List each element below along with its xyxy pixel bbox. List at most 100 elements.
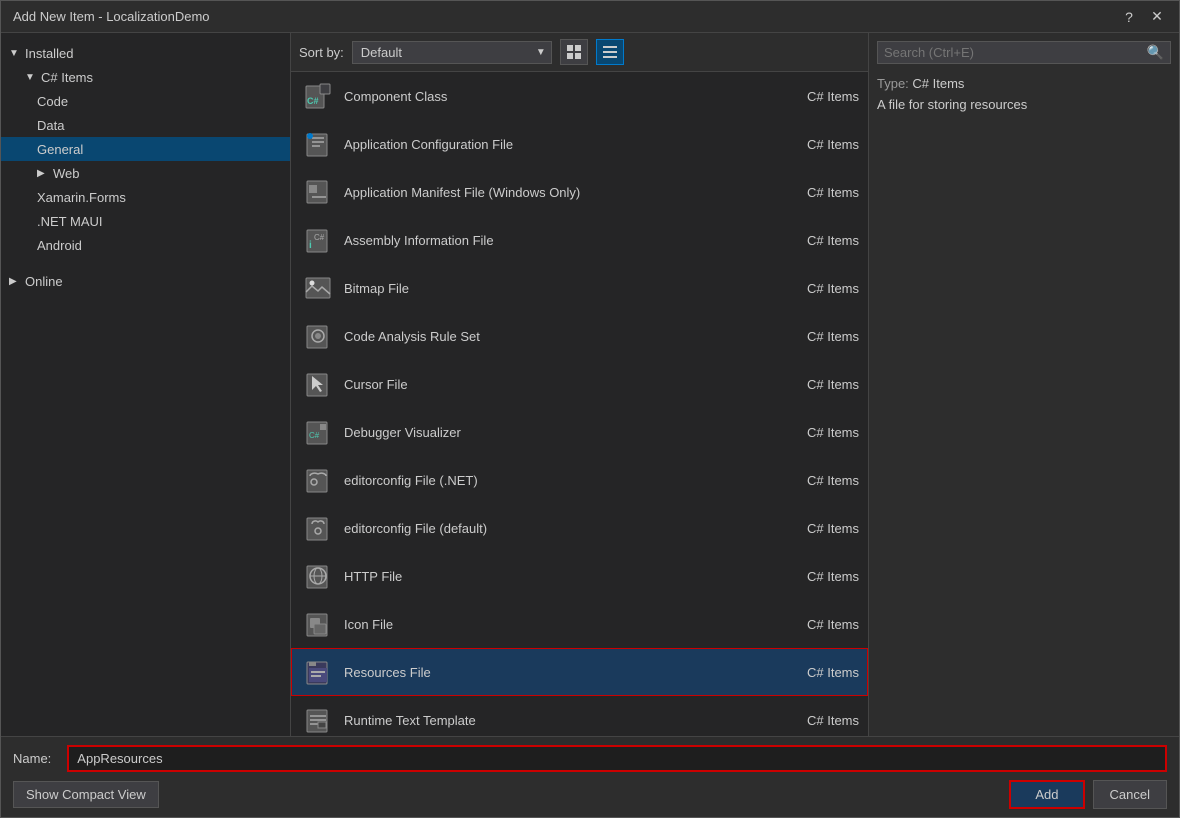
maui-label: .NET MAUI (37, 214, 103, 229)
cancel-button[interactable]: Cancel (1093, 780, 1167, 809)
title-bar-controls: ? ✕ (1119, 7, 1167, 27)
list-item[interactable]: HTTP File C# Items (291, 552, 868, 600)
center-panel: Sort by: Default Name Type ▼ (291, 33, 869, 736)
list-item[interactable]: Icon File C# Items (291, 600, 868, 648)
item-name: Icon File (344, 617, 779, 632)
item-category: C# Items (779, 89, 859, 104)
item-name: Application Manifest File (Windows Only) (344, 185, 779, 200)
web-toggle: ▶ (37, 168, 49, 179)
show-compact-button[interactable]: Show Compact View (13, 781, 159, 808)
item-category: C# Items (779, 185, 859, 200)
search-input[interactable] (884, 45, 1147, 60)
sidebar-item-general[interactable]: General (1, 137, 290, 161)
add-button[interactable]: Add (1009, 780, 1084, 809)
code-label: Code (37, 94, 68, 109)
item-category: C# Items (779, 665, 859, 680)
item-name: editorconfig File (default) (344, 521, 779, 536)
list-item[interactable]: i C# Assembly Information File C# Items (291, 216, 868, 264)
info-type: Type: C# Items (877, 76, 1171, 91)
web-label: Web (53, 166, 80, 181)
list-item[interactable]: C# Component Class C# Items (291, 72, 868, 120)
item-category: C# Items (779, 521, 859, 536)
list-item[interactable]: Application Manifest File (Windows Only)… (291, 168, 868, 216)
item-list[interactable]: C# Component Class C# Items (291, 72, 868, 736)
item-name: Assembly Information File (344, 233, 779, 248)
info-type-value: C# Items (912, 76, 964, 91)
toolbar: Sort by: Default Name Type ▼ (291, 33, 868, 72)
grid-view-button[interactable] (560, 39, 588, 65)
bottom-area: Name: Show Compact View Add Cancel (1, 736, 1179, 817)
sidebar-item-android[interactable]: Android (1, 233, 290, 257)
data-label: Data (37, 118, 64, 133)
item-icon (300, 318, 336, 354)
dialog: Add New Item - LocalizationDemo ? ✕ ▼ In… (0, 0, 1180, 818)
action-buttons: Add Cancel (1009, 780, 1167, 809)
title-bar: Add New Item - LocalizationDemo ? ✕ (1, 1, 1179, 33)
list-item[interactable]: Cursor File C# Items (291, 360, 868, 408)
name-input[interactable] (67, 745, 1167, 772)
sidebar-item-maui[interactable]: .NET MAUI (1, 209, 290, 233)
item-name: Debugger Visualizer (344, 425, 779, 440)
online-toggle: ▶ (9, 276, 21, 287)
item-category: C# Items (779, 569, 859, 584)
info-type-label: Type: (877, 76, 909, 91)
android-label: Android (37, 238, 82, 253)
buttons-row: Show Compact View Add Cancel (13, 780, 1167, 809)
item-icon (300, 654, 336, 690)
svg-text:i: i (309, 240, 312, 251)
sidebar-item-code[interactable]: Code (1, 89, 290, 113)
item-category: C# Items (779, 473, 859, 488)
list-item[interactable]: Application Configuration File C# Items (291, 120, 868, 168)
item-name: Cursor File (344, 377, 779, 392)
sort-label: Sort by: (299, 45, 344, 60)
online-label: Online (25, 274, 63, 289)
item-icon (300, 366, 336, 402)
csharp-toggle: ▼ (25, 72, 37, 83)
right-panel: 🔍 Type: C# Items A file for storing reso… (869, 33, 1179, 736)
item-icon (300, 126, 336, 162)
name-label: Name: (13, 751, 51, 766)
sidebar-item-data[interactable]: Data (1, 113, 290, 137)
item-category: C# Items (779, 137, 859, 152)
item-icon (300, 702, 336, 736)
main-content: ▼ Installed ▼ C# Items Code Data General… (1, 33, 1179, 736)
svg-text:C#: C# (309, 431, 320, 440)
item-name: Bitmap File (344, 281, 779, 296)
list-item[interactable]: Code Analysis Rule Set C# Items (291, 312, 868, 360)
list-item[interactable]: C# Debugger Visualizer C# Items (291, 408, 868, 456)
help-button[interactable]: ? (1119, 7, 1139, 27)
list-view-button[interactable] (596, 39, 624, 65)
xamarin-label: Xamarin.Forms (37, 190, 126, 205)
sidebar-item-csharp[interactable]: ▼ C# Items (1, 65, 290, 89)
item-category: C# Items (779, 233, 859, 248)
item-category: C# Items (779, 617, 859, 632)
item-name: Code Analysis Rule Set (344, 329, 779, 344)
list-item[interactable]: editorconfig File (.NET) C# Items (291, 456, 868, 504)
list-item[interactable]: editorconfig File (default) C# Items (291, 504, 868, 552)
sidebar-item-web[interactable]: ▶ Web (1, 161, 290, 185)
sidebar-item-installed[interactable]: ▼ Installed (1, 41, 290, 65)
sort-select[interactable]: Default Name Type (352, 41, 552, 64)
list-item[interactable]: Bitmap File C# Items (291, 264, 868, 312)
item-name: HTTP File (344, 569, 779, 584)
item-name: Resources File (344, 665, 779, 680)
sidebar: ▼ Installed ▼ C# Items Code Data General… (1, 33, 291, 736)
item-icon (300, 270, 336, 306)
item-icon (300, 510, 336, 546)
search-bar: 🔍 (877, 41, 1171, 64)
list-item[interactable]: Runtime Text Template C# Items (291, 696, 868, 736)
item-icon (300, 174, 336, 210)
item-category: C# Items (779, 377, 859, 392)
sidebar-item-online[interactable]: ▶ Online (1, 269, 290, 293)
sort-dropdown-wrapper: Default Name Type ▼ (352, 41, 552, 64)
title-bar-title: Add New Item - LocalizationDemo (13, 9, 210, 24)
list-item-resources[interactable]: Resources File C# Items (291, 648, 868, 696)
item-icon (300, 558, 336, 594)
installed-label: Installed (25, 46, 73, 61)
close-button[interactable]: ✕ (1147, 7, 1167, 27)
sidebar-item-xamarin[interactable]: Xamarin.Forms (1, 185, 290, 209)
item-icon: C# (300, 414, 336, 450)
item-icon (300, 462, 336, 498)
item-category: C# Items (779, 329, 859, 344)
svg-text:C#: C# (307, 96, 319, 106)
